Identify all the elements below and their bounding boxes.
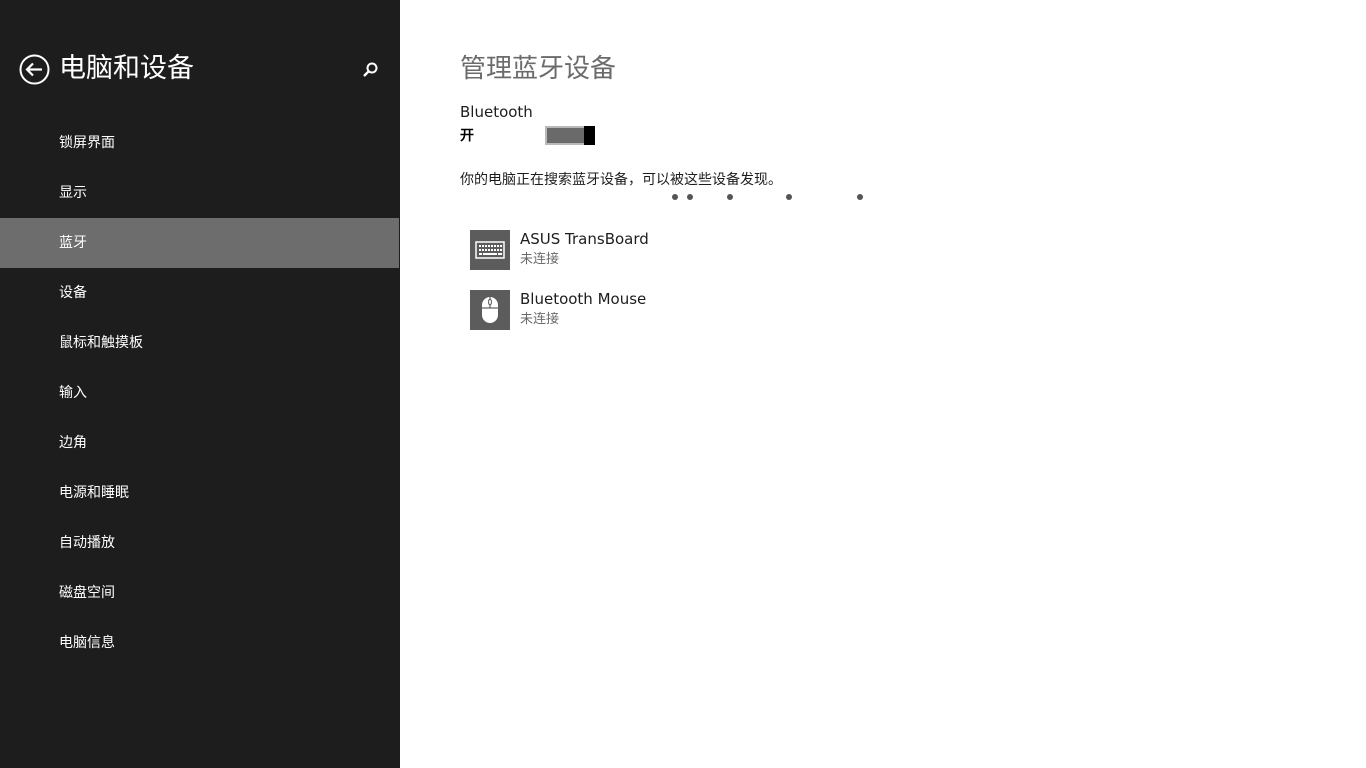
progress-indicator: [400, 194, 1366, 202]
sidebar-item[interactable]: 磁盘空间: [0, 568, 399, 618]
sidebar-item[interactable]: 自动播放: [0, 518, 399, 568]
sidebar-nav: 锁屏界面 显示 蓝牙 设备 鼠标和触摸板 输入 边角 电源和睡眠 自动播放 磁盘空间 电脑信息: [0, 118, 399, 668]
toggle-thumb[interactable]: [584, 126, 595, 145]
device-item-bluetooth-mouse[interactable]: Bluetooth Mouse 未连接: [470, 290, 1070, 330]
bluetooth-state-text: 开: [460, 128, 474, 144]
back-button[interactable]: [19, 54, 50, 85]
sidebar-item[interactable]: 电源和睡眠: [0, 468, 399, 518]
bluetooth-toggle-label: Bluetooth: [460, 103, 533, 121]
device-status: 未连接: [520, 312, 560, 327]
device-status: 未连接: [520, 252, 560, 267]
sidebar-item[interactable]: 蓝牙: [0, 218, 399, 268]
device-name: ASUS TransBoard: [520, 230, 649, 248]
page-title: 管理蓝牙设备: [460, 54, 617, 84]
sidebar-item[interactable]: 电脑信息: [0, 618, 399, 668]
device-list: ASUS TransBoard 未连接 Bluetooth Mouse 未连接: [470, 230, 1070, 350]
sidebar-item[interactable]: 显示: [0, 168, 399, 218]
main-content: 管理蓝牙设备 Bluetooth 开 你的电脑正在搜索蓝牙设备，可以被这些设备发…: [400, 0, 1366, 768]
search-icon: [360, 62, 380, 84]
progress-dot: [687, 194, 693, 200]
sidebar-item[interactable]: 锁屏界面: [0, 118, 399, 168]
sidebar-title: 电脑和设备: [59, 53, 194, 84]
search-status-text: 你的电脑正在搜索蓝牙设备，可以被这些设备发现。: [460, 172, 782, 188]
sidebar: 电脑和设备 锁屏界面 显示 蓝牙 设备 鼠标和触摸板 输入 边角 电源和睡眠 自动播放 磁盘空间电…: [0, 0, 400, 768]
progress-dot: [727, 194, 733, 200]
progress-dot: [786, 194, 792, 200]
search-button[interactable]: [360, 60, 380, 80]
bluetooth-toggle[interactable]: [545, 126, 595, 145]
sidebar-item[interactable]: 输入: [0, 368, 399, 418]
device-item-asus-transboard[interactable]: ASUS TransBoard 未连接: [470, 230, 1070, 270]
keyboard-icon: [470, 230, 510, 270]
back-arrow-circle-icon: [19, 54, 50, 85]
device-name: Bluetooth Mouse: [520, 290, 647, 308]
mouse-icon: [470, 290, 510, 330]
progress-dot: [672, 194, 678, 200]
sidebar-item[interactable]: 设备: [0, 268, 399, 318]
sidebar-item[interactable]: 鼠标和触摸板: [0, 318, 399, 368]
toggle-fill: [547, 128, 584, 143]
sidebar-item[interactable]: 边角: [0, 418, 399, 468]
progress-dot: [857, 194, 863, 200]
